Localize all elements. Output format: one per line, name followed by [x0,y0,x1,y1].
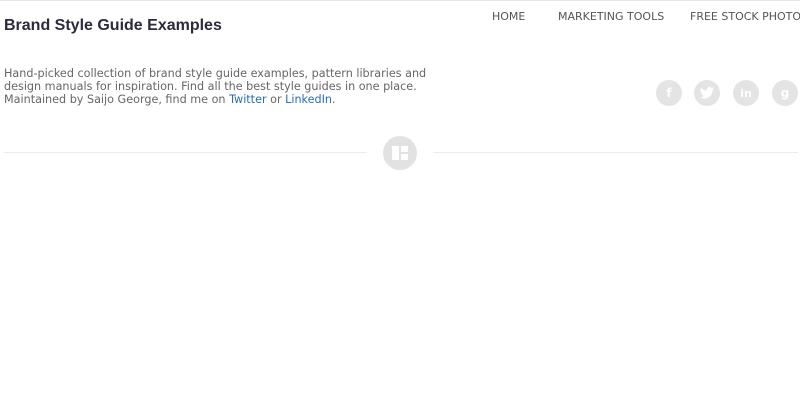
description-text-end: . [332,93,336,106]
twitter-link[interactable]: Twitter [229,93,267,106]
site-header: Brand Style Guide Examples HOME MARKETIN… [0,0,800,42]
google-plus-icon[interactable]: g [772,80,798,106]
facebook-icon[interactable]: f [656,80,682,106]
description-text: Hand-picked collection of brand style gu… [4,67,427,106]
nav-marketing-tools[interactable]: MARKETING TOOLS [558,10,664,24]
nav-home[interactable]: HOME [492,10,525,24]
nav-free-stock-photos[interactable]: FREE STOCK PHOTOS [690,10,800,24]
twitter-bird-glyph [700,87,714,99]
linkedin-glyph: in [740,86,752,100]
description-text-or: or [266,93,286,106]
site-title[interactable]: Brand Style Guide Examples [4,17,222,35]
grid-view-icon[interactable] [383,136,417,170]
twitter-icon[interactable] [694,80,720,106]
site-description: Hand-picked collection of brand style gu… [4,67,454,106]
linkedin-icon[interactable]: in [733,80,759,106]
linkedin-link[interactable]: LinkedIn [285,93,332,106]
google-glyph: g [780,86,790,100]
grid-view-glyph [392,146,408,160]
facebook-glyph: f [666,86,672,100]
section-divider-left [4,152,367,153]
section-divider-right [433,152,798,153]
